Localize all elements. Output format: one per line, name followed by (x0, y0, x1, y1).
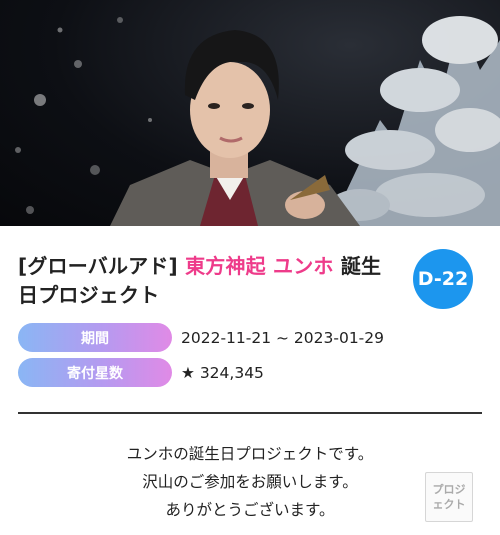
period-value: 2022-11-21 ~ 2023-01-29 (181, 328, 384, 347)
project-button-line: ェクト (432, 498, 466, 511)
title-prefix: [グローバルアド] (18, 254, 178, 278)
stars-label: 寄付星数 (18, 358, 172, 387)
project-title: [グローバルアド] 東方神起 ユンホ 誕生日プロジェクト (18, 252, 390, 310)
stars-value: ★ 324,345 (181, 363, 264, 382)
dday-badge: D-22 (413, 249, 473, 309)
period-label: 期間 (18, 323, 172, 352)
divider (18, 412, 482, 414)
project-button-line: プロジ (432, 483, 466, 496)
hero-photo-illustration (15, 16, 500, 226)
period-row: 期間 2022-11-21 ~ 2023-01-29 (18, 323, 384, 352)
title-artist: 東方神起 ユンホ (185, 254, 334, 278)
project-button[interactable]: プロジ ェクト (425, 472, 473, 522)
stars-row: 寄付星数 ★ 324,345 (18, 358, 264, 387)
description-line: ユンホの誕生日プロジェクトです。 (126, 445, 374, 463)
hero-photo (0, 0, 500, 226)
